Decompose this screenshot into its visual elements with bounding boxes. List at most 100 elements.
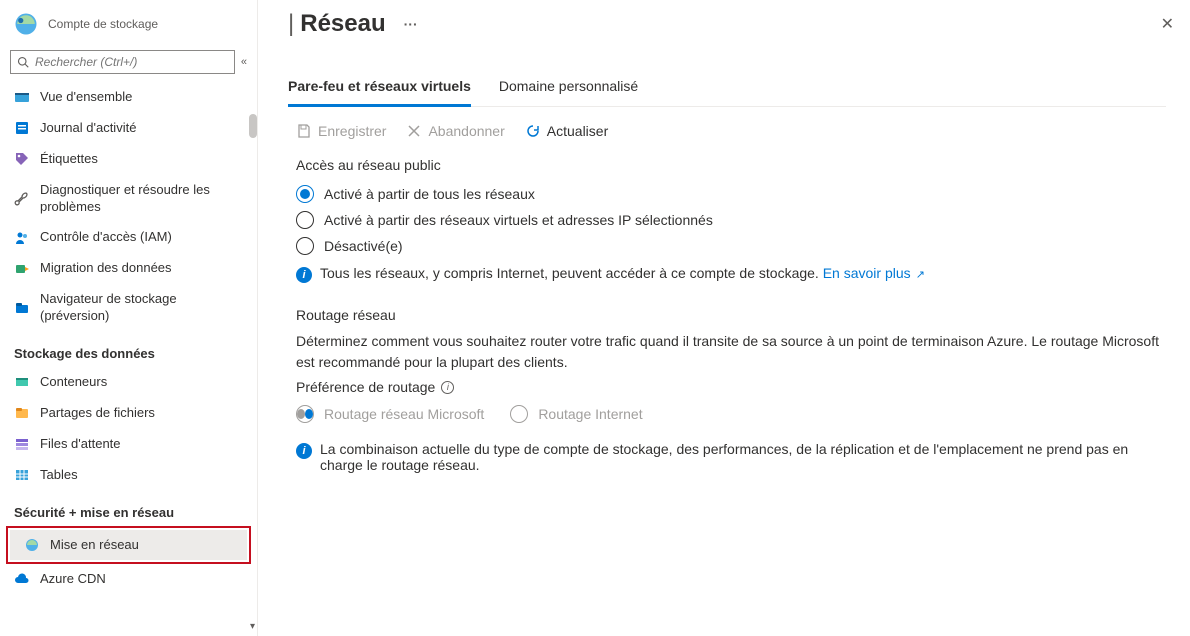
radio-all-networks[interactable]: Activé à partir de tous les réseaux (296, 181, 1166, 207)
radio-label: Routage Internet (538, 406, 642, 422)
radio-ms-routing: Routage réseau Microsoft (296, 401, 484, 427)
sidebar-item-networking[interactable]: Mise en réseau (10, 530, 247, 561)
tables-icon (14, 467, 30, 483)
sidebar-item-containers[interactable]: Conteneurs (0, 367, 257, 398)
section-security-title: Sécurité + mise en réseau (0, 491, 257, 526)
sidebar-item-tables[interactable]: Tables (0, 460, 257, 491)
public-access-info: i Tous les réseaux, y compris Internet, … (296, 259, 1166, 289)
page-title: | Réseau ··· (288, 10, 418, 38)
containers-icon (14, 374, 30, 390)
info-text-content: Tous les réseaux, y compris Internet, pe… (320, 265, 819, 281)
collapse-sidebar-icon[interactable]: « (241, 56, 247, 68)
sidebar-item-storage-browser[interactable]: Navigateur de stockage (préversion) (0, 284, 257, 332)
radio-label: Activé à partir des réseaux virtuels et … (324, 212, 713, 228)
sidebar-item-label: Files d'attente (40, 436, 121, 453)
sidebar-item-diagnose[interactable]: Diagnostiquer et résoudre les problèmes (0, 175, 257, 223)
radio-disabled[interactable]: Désactivé(e) (296, 233, 1166, 259)
sidebar-item-queues[interactable]: Files d'attente (0, 429, 257, 460)
radio-label: Désactivé(e) (324, 238, 403, 254)
toolbar: Enregistrer Abandonner Actualiser (288, 107, 1166, 157)
page-title-text: Réseau (300, 10, 385, 38)
discard-button[interactable]: Abandonner (406, 123, 504, 139)
file-shares-icon (14, 405, 30, 421)
routing-desc-text: Déterminez comment vous souhaitez router… (296, 333, 1159, 370)
help-icon[interactable]: i (441, 381, 454, 394)
search-box[interactable] (10, 50, 235, 74)
save-icon (296, 123, 312, 139)
routing-warning-text: La combinaison actuelle du type de compt… (320, 441, 1166, 473)
public-access-block: Accès au réseau public Activé à partir d… (288, 157, 1166, 307)
sidebar-item-label: Tables (40, 467, 78, 484)
radio-internet-routing: Routage Internet (510, 401, 642, 427)
storage-account-icon (12, 10, 40, 38)
routing-heading: Routage réseau (296, 307, 1166, 323)
sidebar-item-label: Azure CDN (40, 571, 106, 588)
radio-icon (296, 237, 314, 255)
section-storage-title: Stockage des données (0, 332, 257, 367)
tabs: Pare-feu et réseaux virtuels Domaine per… (288, 70, 1166, 107)
sidebar-item-label: Migration des données (40, 260, 172, 277)
search-input[interactable] (35, 55, 228, 69)
sidebar-item-file-shares[interactable]: Partages de fichiers (0, 398, 257, 429)
radio-icon (296, 185, 314, 203)
close-icon[interactable]: ✕ (1161, 14, 1174, 34)
sidebar-item-tags[interactable]: Étiquettes (0, 144, 257, 175)
sidebar-item-label: Partages de fichiers (40, 405, 155, 422)
routing-warning: i La combinaison actuelle du type de com… (296, 435, 1166, 479)
sidebar-item-label: Vue d'ensemble (40, 89, 132, 106)
public-access-heading: Accès au réseau public (296, 157, 1166, 173)
highlighted-item-box: Mise en réseau (6, 526, 251, 565)
info-icon: i (296, 443, 312, 459)
sidebar-item-iam[interactable]: Contrôle d'accès (IAM) (0, 222, 257, 253)
page-title-row: | Réseau ··· (288, 0, 1166, 42)
info-icon: i (296, 267, 312, 283)
radio-label: Routage réseau Microsoft (324, 406, 484, 422)
sidebar-item-azure-cdn[interactable]: Azure CDN (0, 564, 257, 595)
activity-log-icon (14, 120, 30, 136)
radio-icon (510, 405, 528, 423)
nav-list: Vue d'ensemble Journal d'activité Étique… (0, 82, 257, 636)
sidebar-item-label: Étiquettes (40, 151, 98, 168)
sidebar-item-label: Navigateur de stockage (préversion) (40, 291, 243, 325)
sidebar-item-overview[interactable]: Vue d'ensemble (0, 82, 257, 113)
learn-more-label: En savoir plus (823, 265, 911, 281)
sidebar-subtitle: Compte de stockage (48, 17, 158, 31)
save-button[interactable]: Enregistrer (296, 123, 386, 139)
tab-firewalls[interactable]: Pare-feu et réseaux virtuels (288, 70, 471, 107)
more-dots-icon[interactable]: ··· (404, 16, 418, 32)
tab-custom-domain[interactable]: Domaine personnalisé (499, 70, 638, 106)
chevron-down-icon[interactable]: ▾ (250, 621, 255, 632)
learn-more-link[interactable]: En savoir plus ↗ (823, 265, 925, 281)
discard-icon (406, 123, 422, 139)
search-row: « (0, 44, 257, 82)
diagnose-icon (14, 191, 30, 207)
radio-selected-networks[interactable]: Activé à partir des réseaux virtuels et … (296, 207, 1166, 233)
sidebar-item-label: Contrôle d'accès (IAM) (40, 229, 172, 246)
radio-icon (296, 405, 314, 423)
info-text: Tous les réseaux, y compris Internet, pe… (320, 265, 925, 281)
queues-icon (14, 436, 30, 452)
overview-icon (14, 89, 30, 105)
sidebar-item-label: Journal d'activité (40, 120, 136, 137)
sidebar-item-activity-log[interactable]: Journal d'activité (0, 113, 257, 144)
storage-browser-icon (14, 300, 30, 316)
iam-icon (14, 230, 30, 246)
radio-icon (296, 211, 314, 229)
routing-radios: Routage réseau Microsoft Routage Interne… (296, 401, 1166, 427)
radio-label: Activé à partir de tous les réseaux (324, 186, 535, 202)
sidebar-header: Compte de stockage (0, 0, 257, 44)
cdn-icon (14, 572, 30, 588)
sidebar-item-data-migration[interactable]: Migration des données (0, 253, 257, 284)
routing-pref-row: Préférence de routage i (296, 379, 1166, 395)
routing-block: Routage réseau Déterminez comment vous s… (288, 307, 1166, 497)
sidebar: Compte de stockage « Vue d'ensemble Jour… (0, 0, 258, 636)
sidebar-item-label: Conteneurs (40, 374, 107, 391)
sidebar-item-label: Mise en réseau (50, 537, 139, 554)
title-separator: | (288, 10, 294, 38)
save-label: Enregistrer (318, 123, 386, 139)
refresh-icon (525, 123, 541, 139)
routing-pref-label: Préférence de routage (296, 379, 435, 395)
refresh-label: Actualiser (547, 123, 608, 139)
refresh-button[interactable]: Actualiser (525, 123, 608, 139)
search-icon (17, 56, 29, 68)
